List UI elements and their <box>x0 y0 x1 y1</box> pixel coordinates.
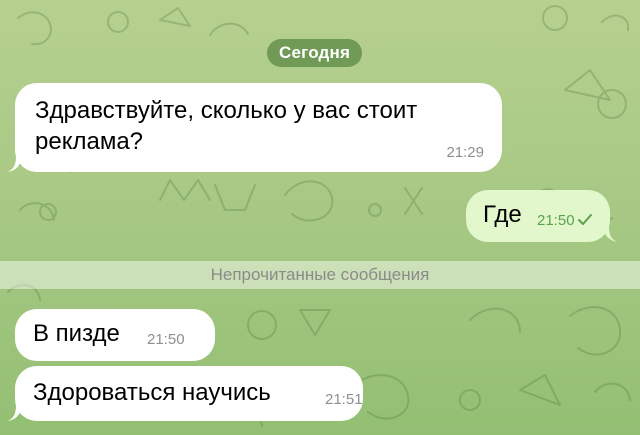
message-bubble-incoming[interactable]: Здравствуйте, сколько у вас стоит реклам… <box>8 83 502 172</box>
message-time: 21:50 <box>537 212 592 229</box>
message-text-line: Здравствуйте, сколько у вас стоит <box>35 97 418 124</box>
message-bubble-incoming[interactable]: В пизде 21:50 <box>15 309 215 361</box>
message-text: В пизде <box>33 320 120 347</box>
unread-messages-separator: Непрочитанные сообщения <box>0 261 640 289</box>
unread-messages-label: Непрочитанные сообщения <box>210 265 430 284</box>
check-icon <box>577 214 592 225</box>
message-text: Здороваться научись <box>33 379 271 406</box>
message-text: Где <box>483 201 522 228</box>
message-bubble-incoming[interactable]: Здороваться научись 21:51 <box>8 366 363 421</box>
message-time: 21:29 <box>446 144 484 161</box>
message-time: 21:51 <box>325 391 363 408</box>
bubble-tail-icon <box>603 224 617 242</box>
message-time: 21:50 <box>147 331 185 348</box>
date-separator: Сегодня <box>267 39 363 67</box>
bubble-tail-icon <box>8 154 22 172</box>
message-text-line: реклама? <box>35 128 144 155</box>
bubble-tail-icon <box>8 403 22 421</box>
message-bubble-outgoing[interactable]: Где 21:50 <box>466 190 617 242</box>
